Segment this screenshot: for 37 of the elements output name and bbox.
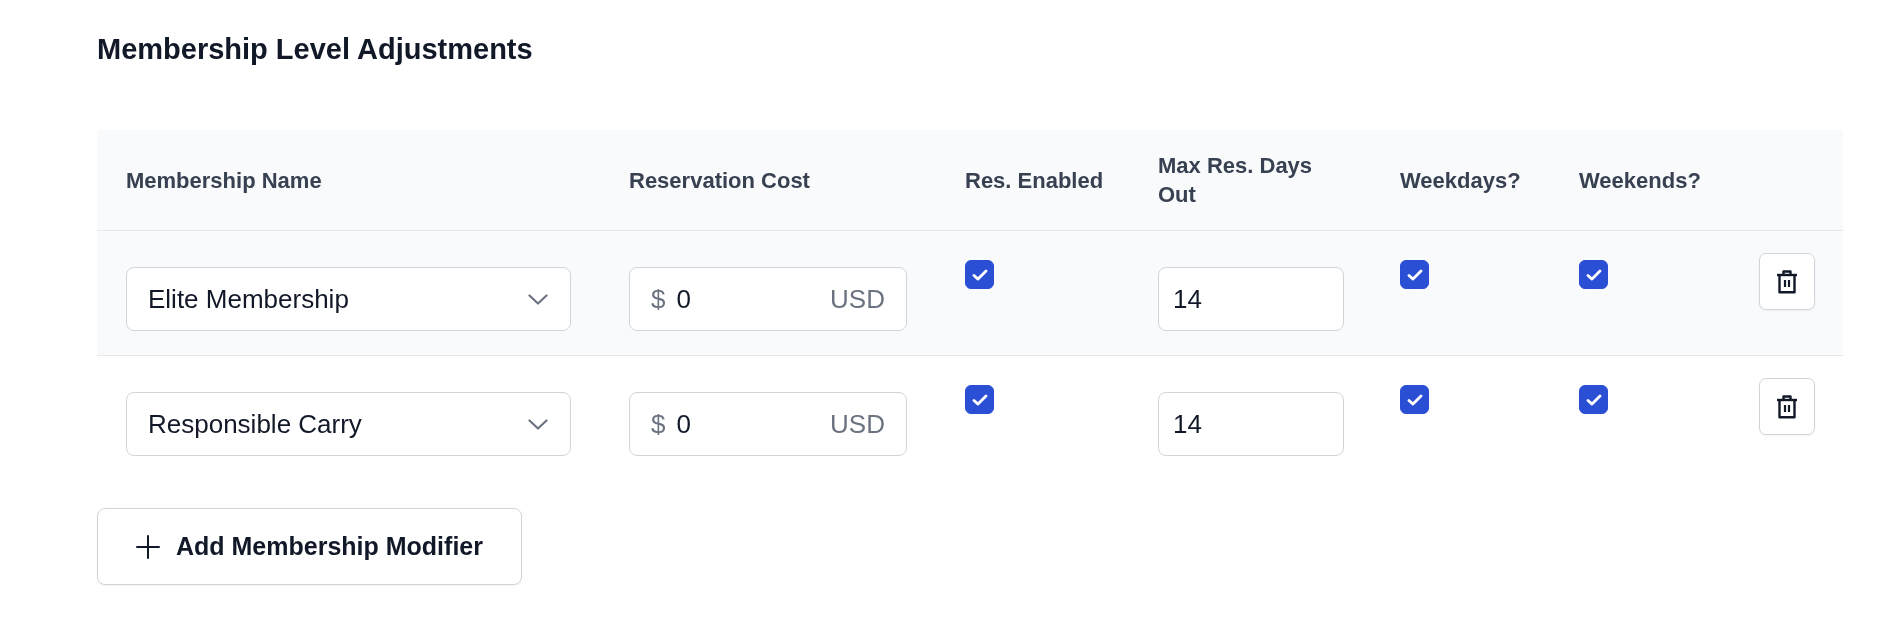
membership-select[interactable]: Elite Membership: [126, 267, 571, 331]
currency-symbol: $: [651, 283, 666, 315]
checkbox[interactable]: [1579, 260, 1608, 289]
column-header: Res. Enabled: [965, 166, 1104, 195]
checkbox[interactable]: [965, 385, 994, 414]
delete-button[interactable]: [1759, 378, 1815, 435]
column-header: Reservation Cost: [629, 166, 810, 195]
delete-button[interactable]: [1759, 253, 1815, 310]
currency-code: USD: [830, 283, 885, 315]
column-header: Membership Name: [126, 166, 322, 195]
cost-input[interactable]: $ 0 USD: [629, 392, 907, 456]
check-icon: [1406, 268, 1423, 281]
membership-select[interactable]: Responsible Carry: [126, 392, 571, 456]
chevron-down-icon: [528, 418, 548, 430]
checkbox[interactable]: [1400, 260, 1429, 289]
check-icon: [1585, 268, 1602, 281]
column-header: Weekdays?: [1400, 166, 1521, 195]
section-title: Membership Level Adjustments: [97, 32, 533, 67]
chevron-down-icon: [528, 293, 548, 305]
trash-icon: [1776, 269, 1798, 294]
column-header: Max Res. Days Out: [1158, 152, 1314, 209]
column-header: Weekends?: [1579, 166, 1701, 195]
trash-icon: [1776, 394, 1798, 419]
currency-symbol: $: [651, 408, 666, 440]
cost-input[interactable]: $ 0 USD: [629, 267, 907, 331]
checkbox[interactable]: [1579, 385, 1608, 414]
check-icon: [1585, 393, 1602, 406]
plus-icon: [136, 534, 160, 559]
check-icon: [971, 393, 988, 406]
check-icon: [971, 268, 988, 281]
currency-code: USD: [830, 408, 885, 440]
checkbox[interactable]: [965, 260, 994, 289]
max-days-input[interactable]: 14: [1158, 392, 1344, 456]
checkbox[interactable]: [1400, 385, 1429, 414]
check-icon: [1406, 393, 1423, 406]
add-membership-button[interactable]: Add Membership Modifier: [97, 508, 522, 585]
max-days-input[interactable]: 14: [1158, 267, 1344, 331]
